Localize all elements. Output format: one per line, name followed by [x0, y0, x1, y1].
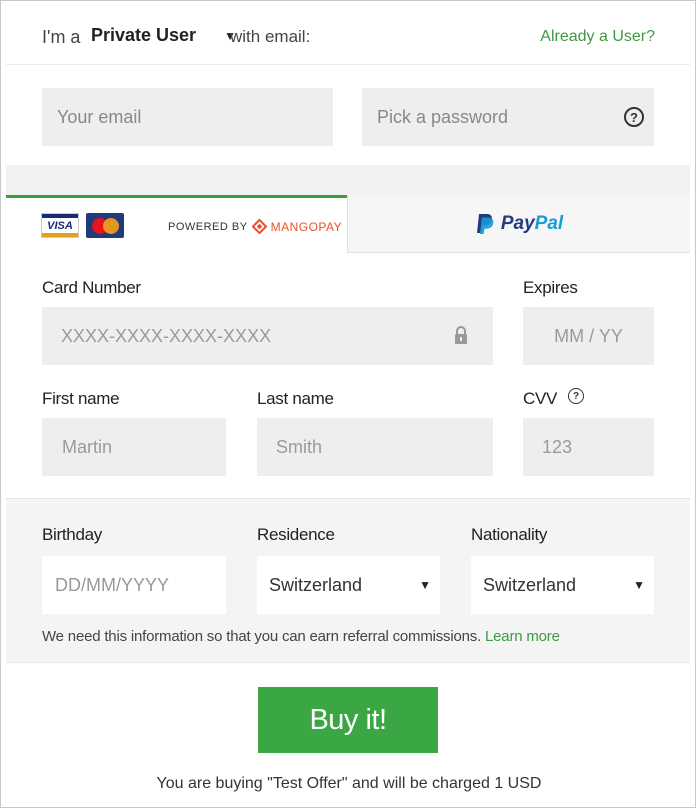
personal-details: Birthday DD/MM/YYYY Residence Switzerlan…	[6, 499, 690, 663]
user-type-select[interactable]: Private User ▼	[91, 25, 236, 46]
last-name-input[interactable]: Smith	[257, 418, 493, 476]
tab-paypal[interactable]: PayPal	[347, 195, 690, 253]
learn-more-link[interactable]: Learn more	[485, 628, 560, 645]
credentials-row: Your email Pick a password ?	[6, 65, 690, 165]
account-suffix: with email:	[230, 27, 311, 46]
cvv-label: CVV	[523, 389, 558, 408]
mastercard-logo-icon	[86, 213, 124, 238]
residence-select[interactable]: Switzerland ▼	[257, 556, 440, 614]
cvv-input[interactable]: 123	[523, 418, 654, 476]
section-divider	[6, 165, 690, 195]
purchase-summary: You are buying "Test Offer" and will be …	[156, 775, 542, 792]
caret-down-icon: ▼	[633, 578, 645, 592]
cvv-help-icon[interactable]: ?	[568, 388, 584, 404]
expires-input[interactable]: MM / YY	[523, 307, 654, 365]
powered-by-mangopay: POWERED BY MANGOPAY	[168, 219, 342, 234]
lock-icon	[455, 326, 467, 344]
paypal-logo: PayPal	[475, 213, 563, 235]
paypal-word-pay: Pay	[500, 212, 535, 234]
referral-note: We need this information so that you can…	[42, 628, 560, 645]
account-prefix: I'm a	[42, 27, 81, 47]
residence-value: Switzerland	[269, 574, 363, 595]
nationality-value: Switzerland	[483, 574, 577, 595]
mangopay-logo-icon	[251, 219, 267, 234]
residence-label: Residence	[257, 525, 335, 544]
card-number-label: Card Number	[42, 278, 141, 297]
birthday-label: Birthday	[42, 525, 102, 544]
account-type-header: I'm a Private User ▼ with email: Already…	[6, 7, 690, 65]
nationality-select[interactable]: Switzerland ▼	[471, 556, 654, 614]
visa-logo-icon: VISA	[41, 213, 79, 238]
help-icon[interactable]: ?	[624, 107, 644, 127]
password-field[interactable]: Pick a password ?	[362, 88, 654, 146]
password-placeholder: Pick a password	[377, 106, 509, 127]
card-details: Card Number XXXX-XXXX-XXXX-XXXX Expires …	[6, 253, 690, 499]
first-name-input[interactable]: Martin	[42, 418, 226, 476]
expires-label: Expires	[523, 278, 578, 297]
caret-down-icon: ▼	[419, 578, 431, 592]
payment-form: I'm a Private User ▼ with email: Already…	[0, 0, 696, 808]
card-number-placeholder: XXXX-XXXX-XXXX-XXXX	[61, 325, 272, 346]
email-field[interactable]: Your email	[42, 88, 333, 146]
birthday-input[interactable]: DD/MM/YYYY	[42, 556, 226, 614]
user-type-value: Private User	[91, 25, 197, 45]
nationality-label: Nationality	[471, 525, 548, 544]
last-name-label: Last name	[257, 389, 334, 408]
card-number-input[interactable]: XXXX-XXXX-XXXX-XXXX	[42, 307, 493, 365]
powered-by-label: POWERED BY	[168, 220, 248, 233]
paypal-icon	[476, 213, 494, 234]
buy-button[interactable]: Buy it!	[258, 687, 438, 753]
mangopay-label: MANGOPAY	[270, 219, 343, 234]
login-link[interactable]: Already a User?	[540, 28, 655, 46]
paypal-word-pal: Pal	[534, 212, 564, 234]
tab-card-payment[interactable]: VISA POWERED BY MANGOPAY	[6, 195, 347, 253]
first-name-label: First name	[42, 389, 120, 408]
referral-note-text: We need this information so that you can…	[42, 628, 482, 645]
